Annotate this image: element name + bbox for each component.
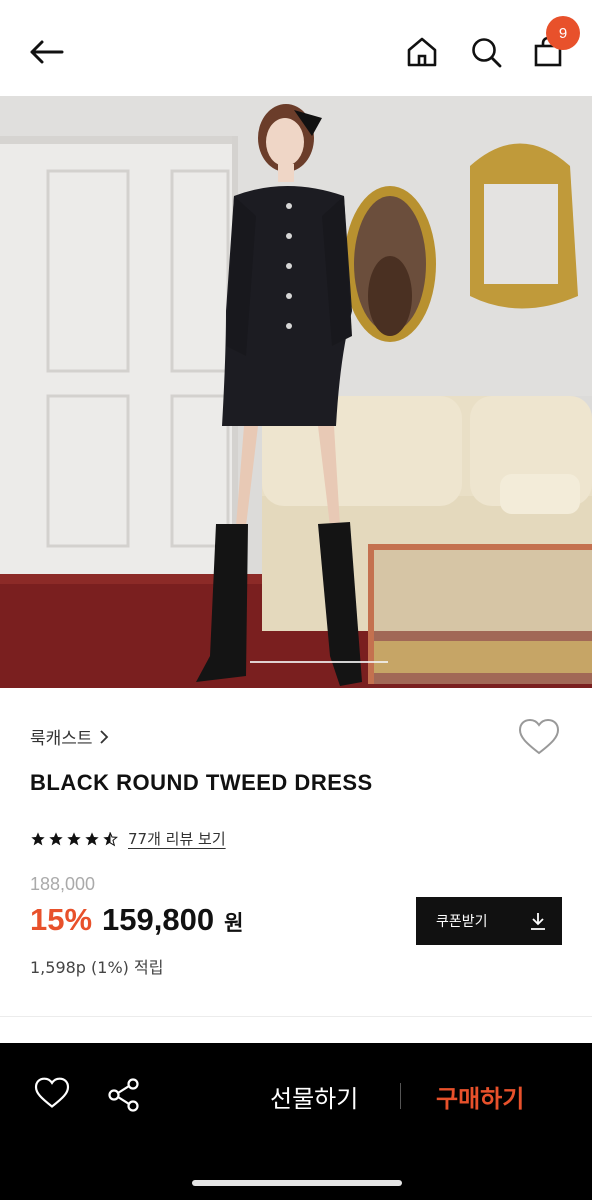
- star-icon: [49, 831, 63, 845]
- star-icon: [67, 831, 81, 845]
- brand-link[interactable]: 룩캐스트: [30, 724, 109, 749]
- coupon-label: 쿠폰받기: [436, 914, 488, 930]
- review-link[interactable]: 77개 리뷰 보기: [128, 828, 226, 849]
- share-icon[interactable]: [106, 1077, 146, 1117]
- carousel-indicator: [250, 661, 388, 663]
- half-star-icon: [103, 831, 118, 846]
- download-icon: [531, 913, 545, 930]
- back-arrow-icon[interactable]: [22, 30, 70, 74]
- star-icon: [31, 831, 45, 845]
- brand-name: 룩캐스트: [30, 729, 93, 749]
- search-icon[interactable]: [464, 30, 508, 74]
- cart-count-badge: 9: [546, 16, 580, 50]
- buy-button[interactable]: 구매하기: [436, 1079, 524, 1114]
- home-icon[interactable]: [400, 30, 444, 74]
- rating-row: 77개 리뷰 보기: [30, 828, 226, 849]
- top-bar: 9: [0, 0, 592, 96]
- star-rating: [30, 831, 118, 847]
- home-indicator: [192, 1180, 402, 1186]
- points-info: 1,598p (1%) 적립: [30, 958, 164, 977]
- section-divider: [0, 1016, 592, 1017]
- currency-unit: 원: [224, 911, 244, 935]
- button-separator: [400, 1083, 401, 1109]
- gift-button[interactable]: 선물하기: [270, 1079, 358, 1114]
- coupon-button[interactable]: 쿠폰받기: [416, 897, 562, 945]
- chevron-right-icon: [99, 729, 108, 744]
- product-photo: [0, 96, 592, 688]
- sale-price: 159,800: [102, 902, 215, 937]
- product-info: 룩캐스트 BLACK ROUND TWEED DRESS 77개 리뷰 보기 1…: [0, 688, 592, 1018]
- star-icon: [85, 831, 99, 845]
- price-row: 15% 159,800 원: [30, 902, 243, 938]
- wishlist-heart-icon[interactable]: [518, 718, 564, 760]
- discount-rate: 15%: [30, 902, 93, 937]
- product-title: BLACK ROUND TWEED DRESS: [30, 770, 373, 795]
- original-price: 188,000: [30, 874, 96, 894]
- bottom-action-bar: 선물하기 구매하기: [0, 1043, 592, 1200]
- heart-outline-icon[interactable]: [34, 1077, 74, 1117]
- product-image[interactable]: [0, 96, 592, 688]
